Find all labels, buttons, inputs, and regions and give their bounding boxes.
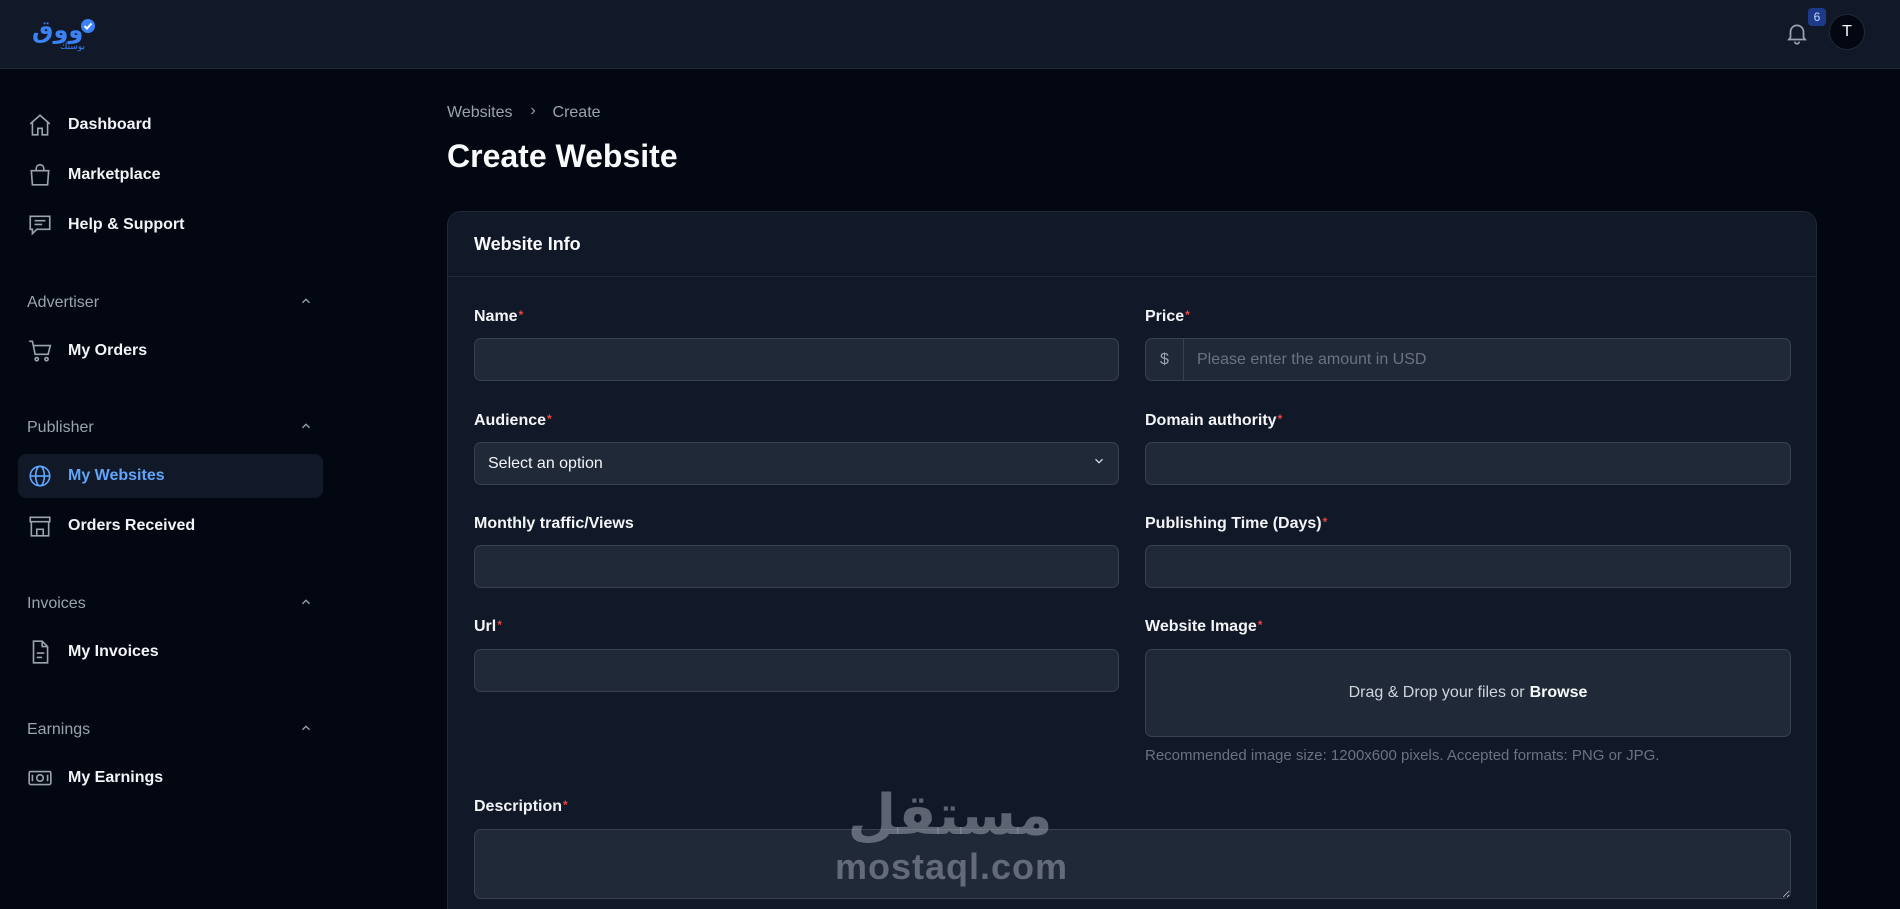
sidebar-item-label: Dashboard: [68, 116, 152, 133]
mostaql-watermark: مستقل mostaql.com: [835, 783, 1069, 887]
chevron-up-icon: [299, 419, 313, 438]
sidebar-item-label: Help & Support: [68, 216, 185, 233]
shopping-bag-icon: [26, 161, 54, 189]
publishing-time-label: Publishing Time (Days)*: [1145, 515, 1327, 533]
section-header-publisher[interactable]: Publisher: [27, 416, 313, 440]
price-input[interactable]: [1184, 339, 1790, 380]
section-title: Invoices: [27, 595, 86, 612]
required-mark: *: [1277, 412, 1283, 426]
globe-icon: [26, 462, 54, 490]
audience-label-text: Audience: [474, 412, 547, 429]
image-hint: Recommended image size: 1200x600 pixels.…: [1145, 747, 1660, 764]
domain-authority-label: Domain authority*: [1145, 412, 1282, 430]
currency-prefix: $: [1146, 339, 1184, 380]
price-field: $: [1145, 338, 1791, 381]
chevron-up-icon: [299, 721, 313, 740]
user-avatar[interactable]: T: [1829, 14, 1865, 50]
watermark-latin: mostaql.com: [835, 846, 1069, 887]
monthly-traffic-input[interactable]: [474, 545, 1119, 588]
monthly-traffic-label: Monthly traffic/Views: [474, 515, 634, 532]
sidebar-item-label: My Orders: [68, 342, 148, 359]
sidebar-item-my-invoices[interactable]: My Invoices: [18, 630, 323, 674]
required-mark: *: [518, 308, 524, 322]
section-header-invoices[interactable]: Invoices: [27, 592, 313, 616]
publishing-time-label-text: Publishing Time (Days): [1145, 515, 1322, 532]
dropzone-text: Drag & Drop your files or: [1348, 684, 1525, 701]
audience-label: Audience*: [474, 412, 552, 430]
image-dropzone[interactable]: Drag & Drop your files or Browse: [1145, 649, 1791, 737]
website-image-label: Website Image*: [1145, 618, 1262, 636]
breadcrumb: Websites Create: [447, 104, 601, 122]
top-bar: ووق بوستك 6 T: [0, 0, 1900, 69]
chat-icon: [26, 211, 54, 239]
document-icon: [26, 638, 54, 666]
logo-subtext: بوستك: [60, 42, 85, 52]
notifications-bell-icon[interactable]: [1784, 20, 1810, 46]
url-input[interactable]: [474, 649, 1119, 692]
audience-select[interactable]: Select an option: [474, 442, 1119, 485]
required-mark: *: [1257, 618, 1263, 632]
website-info-card: Website Info Name* Price* $ Audience* Se…: [447, 211, 1817, 909]
sidebar-item-label: Marketplace: [68, 166, 161, 183]
sidebar-item-label: My Websites: [68, 467, 165, 484]
publishing-time-input[interactable]: [1145, 545, 1791, 588]
sidebar-item-label: Orders Received: [68, 517, 196, 534]
price-label: Price*: [1145, 308, 1190, 326]
domain-authority-input[interactable]: [1145, 442, 1791, 485]
brand-logo[interactable]: ووق بوستك: [30, 12, 100, 52]
required-mark: *: [547, 412, 552, 426]
breadcrumb-current: Create: [552, 104, 601, 121]
required-mark: *: [1185, 308, 1190, 322]
sidebar-item-my-websites[interactable]: My Websites: [18, 454, 323, 498]
sidebar-item-my-earnings[interactable]: My Earnings: [18, 756, 323, 800]
description-label-text: Description: [474, 798, 563, 815]
required-mark: *: [1322, 515, 1328, 529]
domain-authority-label-text: Domain authority: [1145, 412, 1277, 429]
chevron-up-icon: [299, 294, 313, 313]
name-label-text: Name: [474, 308, 518, 325]
required-mark: *: [563, 798, 568, 812]
sidebar: Dashboard Marketplace Help & Support Adv…: [0, 70, 340, 909]
card-title: Website Info: [448, 212, 1816, 277]
name-input[interactable]: [474, 338, 1119, 381]
chevron-up-icon: [299, 595, 313, 614]
store-icon: [26, 512, 54, 540]
svg-text:ووق: ووق: [32, 16, 83, 44]
website-image-label-text: Website Image: [1145, 618, 1257, 635]
section-title: Publisher: [27, 419, 94, 436]
breadcrumb-link-websites[interactable]: Websites: [447, 104, 513, 122]
section-title: Earnings: [27, 721, 91, 738]
section-title: Advertiser: [27, 294, 100, 311]
sidebar-item-label: My Invoices: [68, 643, 159, 660]
section-header-advertiser[interactable]: Advertiser: [27, 291, 313, 315]
audience-selected-value: Select an option: [488, 454, 603, 472]
home-icon: [26, 111, 54, 139]
cart-icon: [26, 337, 54, 365]
chevron-right-icon: [527, 104, 539, 122]
price-label-text: Price: [1145, 308, 1185, 325]
sidebar-item-help-support[interactable]: Help & Support: [18, 203, 323, 247]
notifications-count-badge: 6: [1808, 8, 1826, 26]
description-label: Description*: [474, 798, 568, 816]
cash-icon: [26, 764, 54, 792]
logo-mark: ووق بوستك: [32, 16, 95, 52]
sidebar-item-marketplace[interactable]: Marketplace: [18, 153, 323, 197]
url-label: Url*: [474, 618, 502, 636]
required-mark: *: [497, 618, 502, 632]
sidebar-item-dashboard[interactable]: Dashboard: [18, 103, 323, 147]
name-label: Name*: [474, 308, 523, 326]
sidebar-item-orders-received[interactable]: Orders Received: [18, 504, 323, 548]
description-textarea[interactable]: [474, 829, 1791, 899]
section-header-earnings[interactable]: Earnings: [27, 718, 313, 742]
page-title: Create Website: [447, 138, 678, 174]
sidebar-item-label: My Earnings: [68, 769, 164, 786]
sidebar-item-my-orders[interactable]: My Orders: [18, 329, 323, 373]
url-label-text: Url: [474, 618, 497, 635]
chevron-down-icon: [1092, 454, 1106, 473]
watermark-arabic: مستقل: [847, 783, 1053, 848]
browse-link[interactable]: Browse: [1530, 684, 1588, 702]
